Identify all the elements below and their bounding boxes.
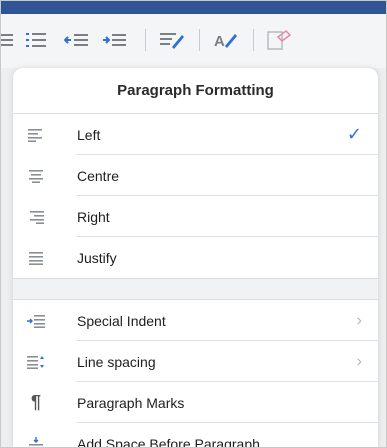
chevron-right-icon: › [356,352,362,370]
decrease-indent-icon[interactable] [63,28,91,52]
align-right-icon [23,196,49,237]
section-separator [13,278,378,300]
align-left-label: Left [77,126,101,143]
align-justify-icon [23,237,49,278]
pilcrow-icon: ¶ [30,392,41,412]
line-spacing-option[interactable]: Line spacing › [13,341,378,382]
special-indent-label: Special Indent [77,312,166,329]
add-space-before-option[interactable]: Add Space Before Paragraph [13,423,378,448]
numbered-list-icon[interactable] [23,28,49,52]
formatting-toolbar: A [1,14,386,68]
paragraph-formatting-icon[interactable] [157,28,187,52]
selected-check-icon: ✓ [346,124,362,144]
toolbar-separator [253,29,254,51]
paragraph-formatting-popover: Paragraph Formatting Left ✓ Centre Right… [13,68,378,448]
clear-formatting-icon[interactable] [263,28,293,52]
paragraph-marks-label: Paragraph Marks [77,394,185,411]
toolbar-separator [145,29,146,51]
line-spacing-label: Line spacing [77,353,156,370]
toolbar-separator [199,29,200,51]
svg-text:A: A [214,33,225,50]
align-centre-option[interactable]: Centre [13,155,378,196]
styles-icon[interactable]: A [211,28,241,52]
align-center-icon [23,155,49,196]
align-right-label: Right [77,208,110,225]
align-right-option[interactable]: Right [13,196,378,237]
bullets-icon[interactable] [1,28,15,52]
add-space-before-label: Add Space Before Paragraph [77,435,260,448]
align-left-option[interactable]: Left ✓ [13,114,378,155]
app-frame: A Paragraph Formatting Left ✓ Centre Rig… [0,0,387,448]
title-bar [1,1,386,14]
special-indent-option[interactable]: Special Indent › [13,300,378,341]
align-justify-label: Justify [77,249,117,266]
increase-indent-icon[interactable] [101,28,129,52]
paragraph-marks-option[interactable]: ¶ Paragraph Marks [13,382,378,423]
align-centre-label: Centre [77,167,120,184]
align-justify-option[interactable]: Justify [13,237,378,278]
popover-title: Paragraph Formatting [13,68,378,114]
line-spacing-icon [23,341,49,382]
space-before-icon [23,423,49,447]
chevron-right-icon: › [356,311,362,329]
special-indent-icon [23,300,49,341]
align-left-icon [23,114,49,155]
